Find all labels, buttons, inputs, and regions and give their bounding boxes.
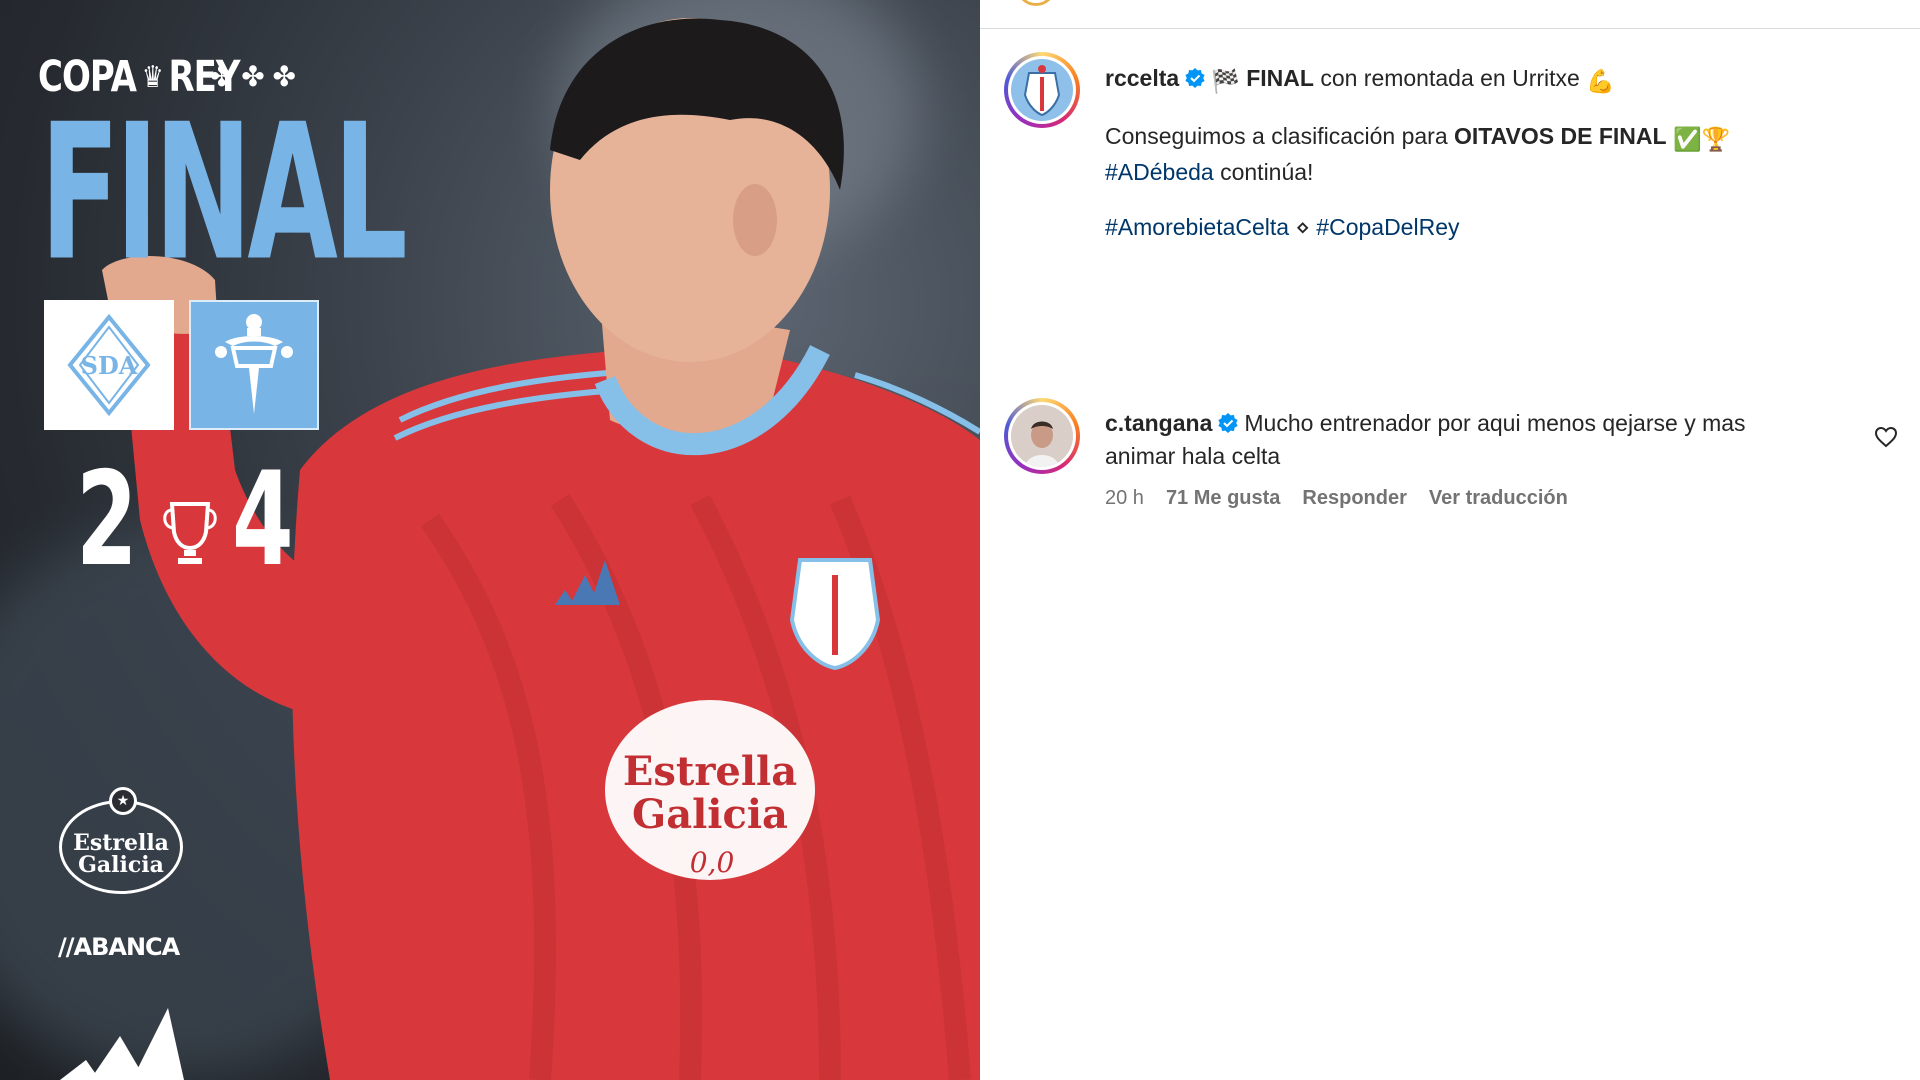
abanca-logo: //ABANCA [58, 933, 180, 961]
shirt-sponsor-line-3: 0,0 [690, 846, 735, 879]
author-username[interactable]: rccelta [1105, 65, 1179, 91]
hashtag-copadelrey[interactable]: #CopaDelRey [1316, 214, 1459, 240]
post-caption: rccelta 🏁 FINAL con remontada en Urritxe … [1105, 62, 1885, 244]
caption-title-bold: FINAL [1246, 65, 1314, 91]
hashtag-separator: ⋄ [1295, 214, 1310, 240]
trophy-icon: 🏆 [1701, 126, 1731, 152]
caption-line2-prefix: Conseguimos a clasificación para [1105, 123, 1448, 149]
person-photo [1011, 405, 1073, 467]
rccelta-avatar[interactable] [1004, 52, 1080, 128]
hashtag-amorebietacelta[interactable]: #AmorebietaCelta [1105, 214, 1289, 240]
away-score: 4 [232, 445, 294, 596]
estrella-galicia-logo: ★ Estrella Galicia [59, 787, 183, 894]
post-image[interactable]: Estrella Galicia 0,0 COPA ♛ REY ✤ ✤ ✤ FI… [0, 0, 980, 1080]
comment-likes[interactable]: 71 Me gusta [1166, 487, 1280, 510]
shirt-sponsor-line-2: Galicia [632, 791, 788, 838]
star-icon: ★ [109, 787, 137, 815]
verified-badge-icon [1218, 413, 1238, 433]
heart-icon[interactable] [1874, 425, 1898, 449]
caption-panel: rccelta 🏁 FINAL con remontada en Urritxe … [980, 0, 1920, 1080]
amorebieta-crest: SDA [44, 300, 174, 430]
commenter-username[interactable]: c.tangana [1105, 410, 1212, 436]
adidas-logo-icon [60, 1008, 184, 1080]
hashtag-adebeda[interactable]: #ADébeda [1105, 159, 1214, 185]
comment: c.tangana Mucho entrenador por aqui menos… [1105, 407, 1835, 510]
celta-crest-icon [1023, 65, 1061, 117]
caption-line2-bold: OITAVOS DE FINAL [1454, 123, 1667, 149]
comment-text-line-2: animar hala celta [1105, 443, 1281, 469]
final-headline: FINAL [40, 85, 408, 303]
diamond-crest-icon: SDA [67, 313, 151, 417]
translate-button[interactable]: Ver traducción [1429, 487, 1568, 510]
comment-meta: 20 h 71 Me gusta Responder Ver traducció… [1105, 487, 1835, 510]
celta-crest-icon [215, 314, 293, 414]
shirt-sponsor-line-1: Estrella [623, 748, 797, 795]
ctangana-avatar[interactable] [1004, 398, 1080, 474]
caption-title-rest: con remontada en Urritxe [1320, 65, 1580, 91]
svg-text:SDA: SDA [81, 351, 138, 380]
caption-continua: continúa! [1220, 159, 1314, 185]
comment-time[interactable]: 20 h [1105, 487, 1144, 510]
reply-button[interactable]: Responder [1302, 487, 1406, 510]
header-avatar[interactable] [1016, 0, 1056, 6]
trophy-cup-icon [163, 502, 217, 564]
divider [980, 28, 1920, 29]
flexed-biceps-icon: 💪 [1586, 68, 1615, 94]
comment-text-line-1: Mucho entrenador por aqui menos qejarse … [1244, 410, 1746, 436]
checkered-flag-icon: 🏁 [1211, 68, 1240, 94]
home-score: 2 [76, 445, 138, 596]
check-mark-icon: ✅ [1672, 126, 1702, 152]
verified-badge-icon [1185, 68, 1205, 88]
celta-crest [189, 300, 319, 430]
